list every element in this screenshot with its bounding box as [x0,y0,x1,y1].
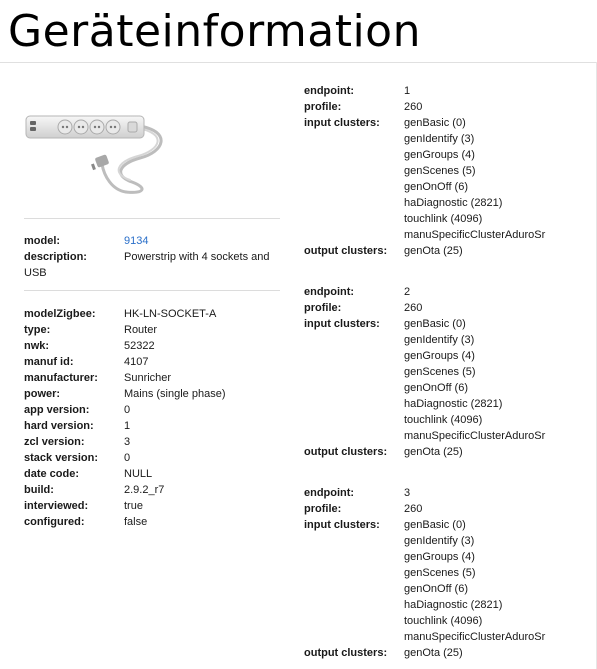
detail-value: Router [124,324,158,336]
endpoint-label: endpoint: [304,85,355,97]
detail-value: HK-LN-SOCKET-A [124,308,217,320]
endpoint-value: 3 [404,487,411,499]
input-cluster-value: genIdentify (3) [404,334,475,346]
profile-label: profile: [304,503,342,515]
device-summary: model: 9134 description: Powerstrip with… [24,233,280,281]
input-cluster-value: genIdentify (3) [404,535,475,547]
input-cluster-value: genOnOff (6) [404,382,468,394]
input-cluster-value: genScenes (5) [404,567,476,579]
detail-value: 0 [124,452,131,464]
input-cluster-value: touchlink (4096) [404,414,483,426]
input-cluster-value: genScenes (5) [404,165,476,177]
detail-label: power: [24,388,61,400]
profile-value: 260 [404,302,423,314]
endpoint-label: endpoint: [304,286,355,298]
detail-label: interviewed: [24,500,89,512]
detail-value: 1 [124,420,131,432]
input-cluster-value: genBasic (0) [404,519,466,531]
device-details: modelZigbee: HK-LN-SOCKET-A type: Router nwk… [24,306,280,534]
detail-label: build: [24,484,54,496]
detail-label: zcl version: [24,436,85,448]
output-cluster-value: genOta (25) [404,446,463,458]
detail-label: date code: [24,468,80,480]
input-cluster-value: genIdentify (3) [404,133,475,145]
output-cluster-value: genOta (25) [404,647,463,659]
output-cluster-value: genOta (25) [404,245,463,257]
detail-value: 4107 [124,356,149,368]
input-cluster-value: haDiagnostic (2821) [404,398,503,410]
input-cluster-value: genBasic (0) [404,117,466,129]
endpoint-label: endpoint: [304,487,355,499]
output-cluster-label: output clusters: [304,446,388,458]
description-value: Powerstrip with 4 sockets and USB [24,251,270,279]
input-cluster-value: manuSpecificClusterAduroSr [404,631,546,643]
input-cluster-value: genScenes (5) [404,366,476,378]
input-cluster-value: genBasic (0) [404,318,466,330]
summary-divider-bottom [24,290,280,291]
input-cluster-value: genGroups (4) [404,350,475,362]
detail-label: modelZigbee: [24,308,96,320]
input-cluster-label: input clusters: [304,117,380,129]
detail-value: NULL [124,468,153,480]
input-cluster-label: input clusters: [304,519,380,531]
input-cluster-value: touchlink (4096) [404,615,483,627]
detail-label: hard version: [24,420,94,432]
detail-label: manuf id: [24,356,74,368]
input-cluster-value: genGroups (4) [404,149,475,161]
endpoint-value: 2 [404,286,411,298]
detail-value: true [124,500,143,512]
page-title: Geräteinformation [8,6,421,57]
detail-label: configured: [24,516,85,528]
detail-label: type: [24,324,51,336]
profile-label: profile: [304,101,342,113]
input-cluster-value: genOnOff (6) [404,583,468,595]
input-cluster-value: haDiagnostic (2821) [404,599,503,611]
detail-value: Sunricher [124,372,172,384]
output-cluster-label: output clusters: [304,245,388,257]
detail-label: stack version: [24,452,98,464]
summary-divider-top [24,218,280,219]
profile-value: 260 [404,101,423,113]
output-cluster-label: output clusters: [304,647,388,659]
model-label: model: [24,235,61,247]
detail-value: 0 [124,404,131,416]
input-cluster-value: genOnOff (6) [404,181,468,193]
input-cluster-value: touchlink (4096) [404,213,483,225]
detail-label: nwk: [24,340,50,352]
detail-value: 3 [124,436,131,448]
detail-label: app version: [24,404,90,416]
endpoint-value: 1 [404,85,411,97]
input-cluster-value: manuSpecificClusterAduroSr [404,430,546,442]
endpoints-panel: endpoint: 1 profile: 260 input clusters: genB… [304,83,594,667]
profile-label: profile: [304,302,342,314]
input-cluster-label: input clusters: [304,318,380,330]
input-cluster-value: haDiagnostic (2821) [404,197,503,209]
detail-value: 2.9.2_r7 [124,484,165,496]
input-cluster-value: manuSpecificClusterAduroSr [404,229,546,241]
model-link[interactable]: 9134 [124,233,148,249]
detail-label: manufacturer: [24,372,98,384]
input-cluster-value: genGroups (4) [404,551,475,563]
detail-value: 52322 [124,340,155,352]
detail-value: false [124,516,148,528]
detail-value: Mains (single phase) [124,388,226,400]
profile-value: 260 [404,503,423,515]
device-image [25,115,163,194]
header-divider [0,62,597,63]
